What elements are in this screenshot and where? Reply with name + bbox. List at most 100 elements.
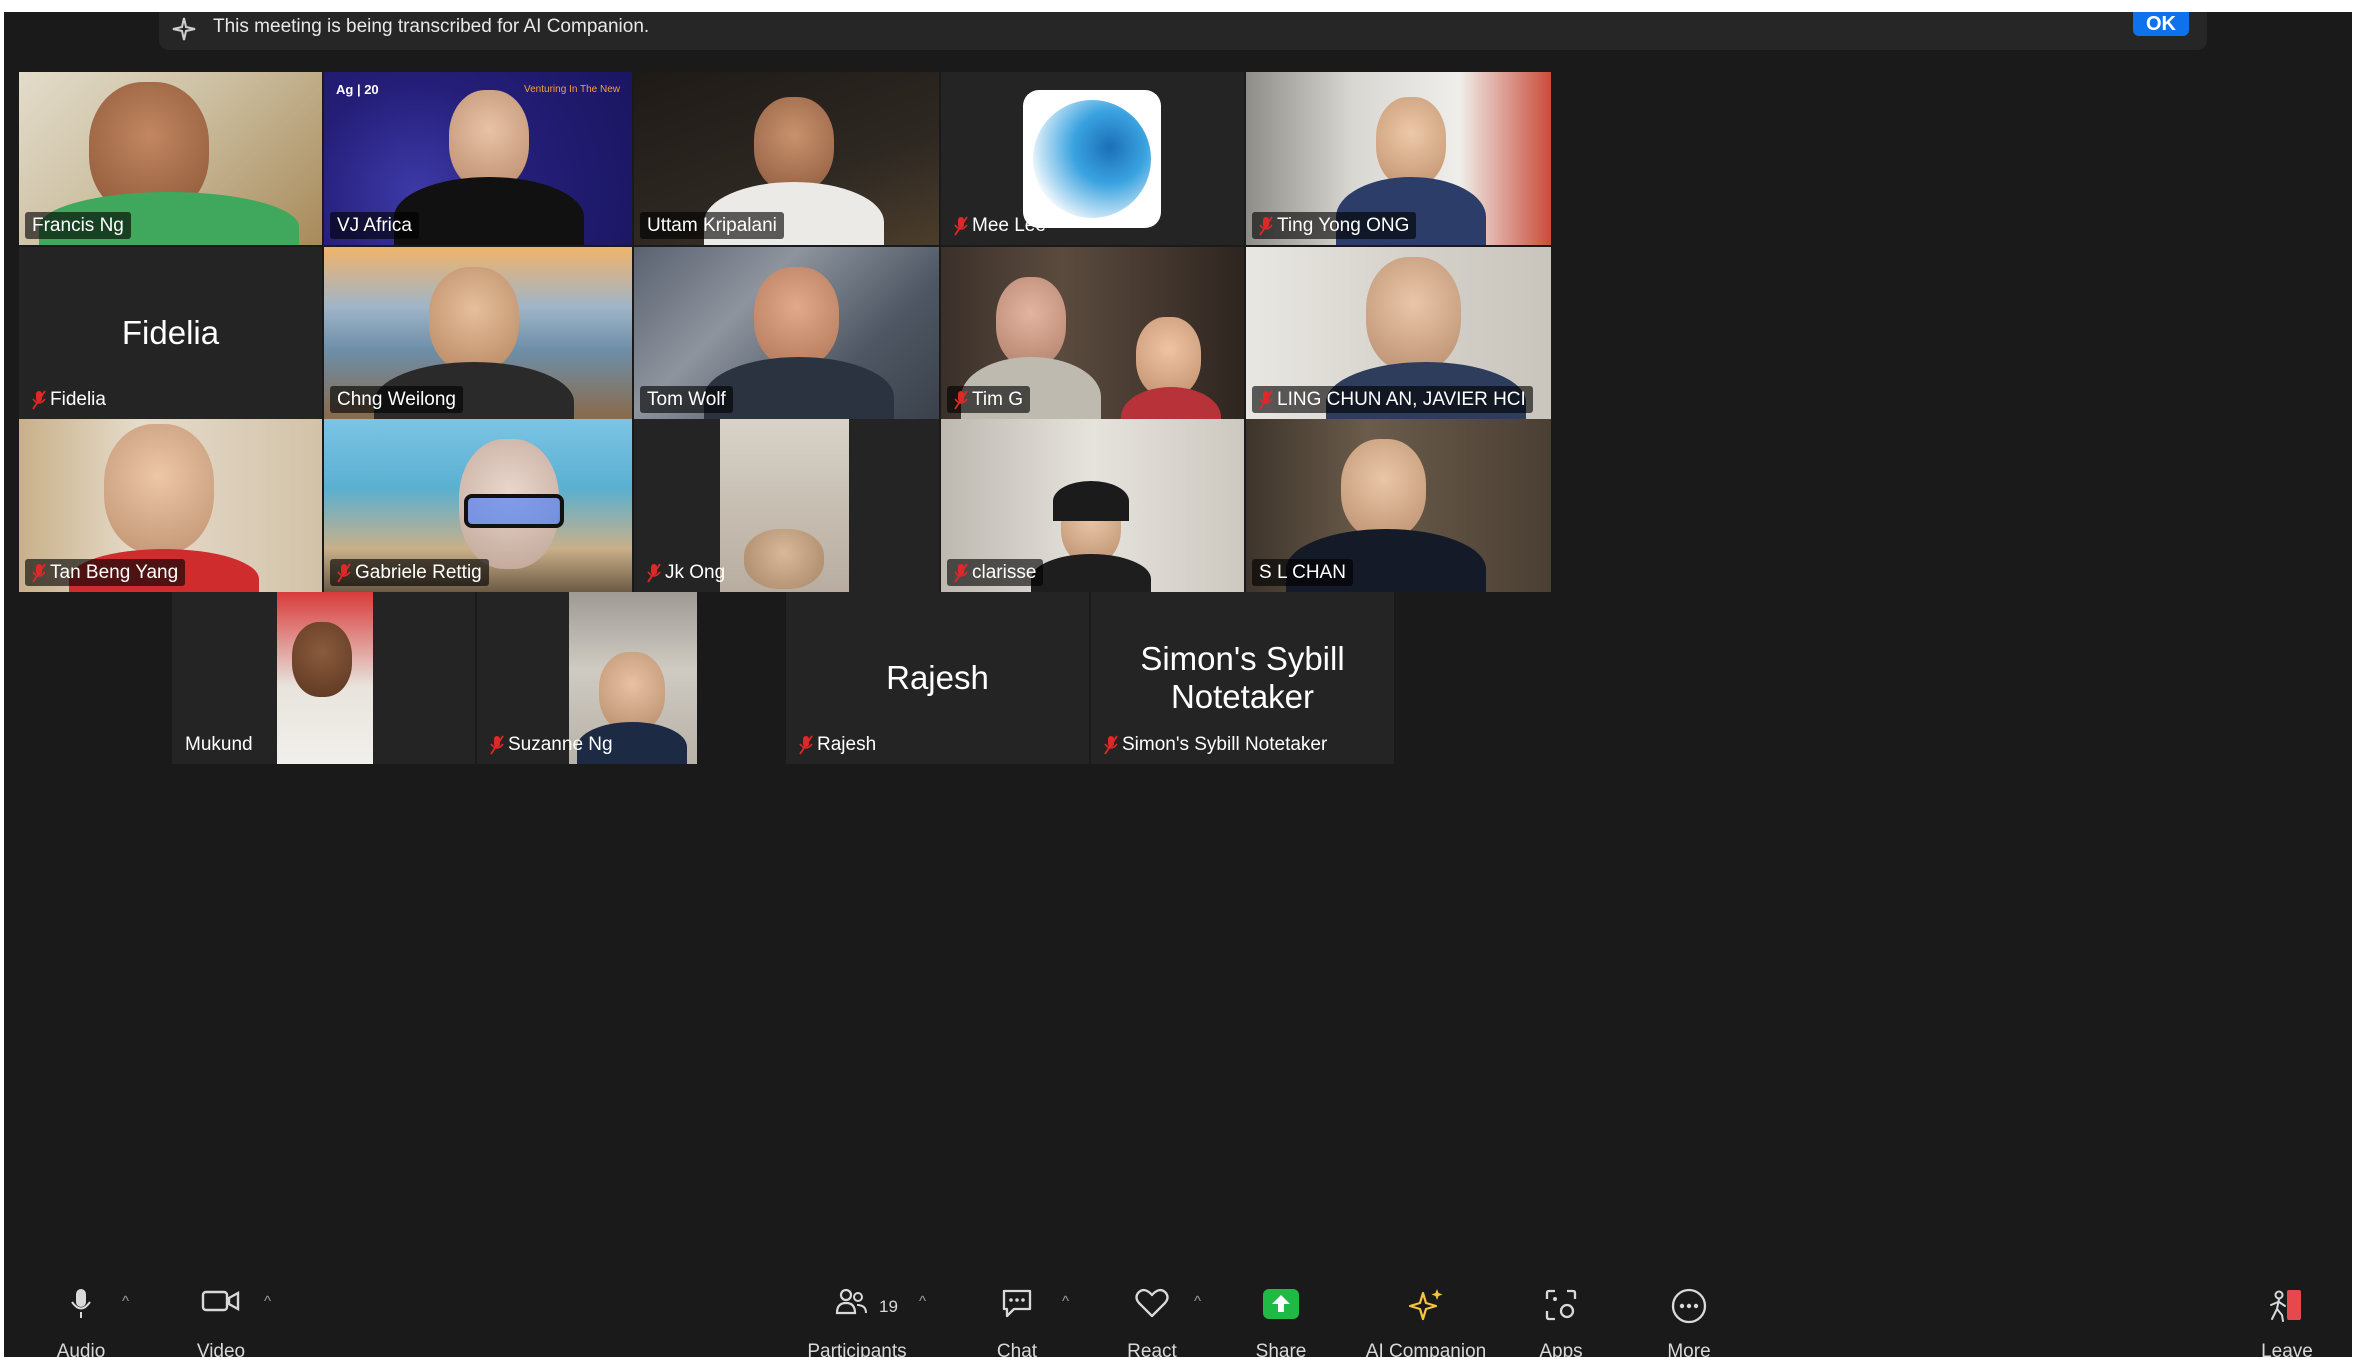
participant-display-name: Simon's Sybill Notetaker: [1140, 640, 1345, 715]
ai-companion-label: AI Companion: [1365, 1341, 1487, 1357]
apps-button[interactable]: Apps: [1506, 1259, 1616, 1357]
chat-bubble-icon: [1002, 1289, 1032, 1318]
participants-button[interactable]: 19 Participants: [797, 1259, 917, 1357]
video-tile-fidelia[interactable]: Fidelia Fidelia: [19, 247, 322, 419]
more-button[interactable]: More: [1634, 1259, 1744, 1357]
participant-name-label: Gabriele Rettig: [330, 559, 489, 586]
ai-companion-button[interactable]: AI Companion: [1351, 1259, 1501, 1357]
share-button[interactable]: Share: [1226, 1259, 1336, 1357]
participant-name-label: VJ Africa: [330, 212, 419, 239]
participant-name-label: Uttam Kripalani: [640, 212, 784, 239]
background-logo: Ag | 20: [336, 82, 379, 97]
share-label: Share: [1255, 1341, 1307, 1357]
video-tile-mee-lee[interactable]: Mee Lee: [941, 72, 1244, 245]
participant-name-label: Jk Ong: [640, 559, 732, 586]
video-tile-francis-ng[interactable]: Francis Ng: [19, 72, 322, 245]
leave-button[interactable]: Leave: [2232, 1259, 2342, 1357]
participant-avatar: [1366, 257, 1461, 372]
chat-button[interactable]: Chat: [962, 1259, 1072, 1357]
video-tile-simons-sybill-notetaker[interactable]: Simon's Sybill Notetaker Simon's Sybill …: [1091, 592, 1394, 764]
react-options-caret[interactable]: ^: [1194, 1293, 1201, 1310]
participant-avatar: [599, 652, 665, 732]
muted-mic-icon: [647, 563, 661, 582]
participants-options-caret[interactable]: ^: [919, 1293, 926, 1310]
video-tile-suzanne-ng[interactable]: Suzanne Ng: [477, 592, 697, 764]
muted-mic-icon: [1104, 735, 1118, 754]
muted-mic-icon: [1259, 216, 1273, 235]
ok-button[interactable]: OK: [2133, 12, 2189, 36]
video-tile-gabriele-rettig[interactable]: Gabriele Rettig: [324, 419, 632, 592]
heart-icon: [1135, 1288, 1169, 1318]
participant-hair: [1053, 481, 1129, 521]
participant-glasses: [464, 494, 564, 528]
participant-avatar: [1136, 317, 1201, 397]
muted-mic-icon: [954, 390, 968, 409]
muted-mic-icon: [490, 735, 504, 754]
participant-avatar: [104, 424, 214, 554]
more-label: More: [1667, 1341, 1711, 1357]
participant-name-label: Simon's Sybill Notetaker: [1097, 731, 1334, 758]
video-tile-tom-wolf[interactable]: Tom Wolf: [634, 247, 939, 419]
participant-name-label: Rajesh: [792, 731, 883, 758]
participant-avatar: [292, 622, 352, 697]
video-tile-clarisse[interactable]: clarisse: [941, 419, 1244, 592]
muted-mic-icon: [1259, 390, 1273, 409]
participant-avatar: [754, 97, 834, 192]
participant-name-label: Francis Ng: [25, 212, 131, 239]
muted-mic-icon: [954, 216, 968, 235]
chat-options-caret[interactable]: ^: [1062, 1293, 1069, 1310]
participant-name-label: Chng Weilong: [330, 386, 464, 413]
audio-options-caret[interactable]: ^: [122, 1293, 129, 1310]
microphone-icon: [71, 1289, 91, 1318]
video-tile-ting-yong-ong[interactable]: Ting Yong ONG: [1246, 72, 1551, 245]
banner-text: This meeting is being transcribed for AI…: [213, 16, 650, 37]
share-screen-icon: [1263, 1289, 1299, 1319]
muted-mic-icon: [32, 563, 46, 582]
participant-avatar: [449, 90, 529, 190]
avatar-globe-image: [1023, 90, 1161, 228]
video-tile-sl-chan[interactable]: S L CHAN: [1246, 419, 1551, 592]
video-button[interactable]: Video: [166, 1259, 276, 1357]
participant-name-label: Fidelia: [25, 386, 113, 413]
video-tile-chng-weilong[interactable]: Chng Weilong: [324, 247, 632, 419]
participant-name-label: Ting Yong ONG: [1252, 212, 1417, 239]
more-options-icon: [1671, 1288, 1707, 1324]
muted-mic-icon: [337, 563, 351, 582]
video-tile-tim-g[interactable]: Tim G: [941, 247, 1244, 419]
audio-button[interactable]: Audio: [26, 1259, 136, 1357]
participant-name-label: Mukund: [185, 734, 253, 755]
video-tile-tan-beng-yang[interactable]: Tan Beng Yang: [19, 419, 322, 592]
participant-name-label: clarisse: [947, 559, 1044, 586]
video-tile-rajesh[interactable]: Rajesh Rajesh: [786, 592, 1089, 764]
participants-count: 19: [879, 1297, 898, 1316]
video-tile-jk-ong[interactable]: Jk Ong: [634, 419, 939, 592]
participant-avatar: [1376, 97, 1446, 187]
video-tile-mukund[interactable]: Mukund: [172, 592, 475, 764]
ai-sparkle-icon: [1408, 1289, 1443, 1321]
react-button[interactable]: React: [1097, 1259, 1207, 1357]
participant-name-label: Tom Wolf: [640, 386, 733, 413]
video-camera-icon: [201, 1290, 240, 1312]
apps-grid-icon: [1545, 1289, 1577, 1321]
participant-name-label: Mee Lee: [947, 212, 1053, 239]
video-label: Video: [196, 1341, 246, 1357]
participant-name-label: LING CHUN AN, JAVIER HCI: [1252, 386, 1533, 413]
participant-name-label: Tim G: [947, 386, 1031, 413]
video-tile-ling-chun-an[interactable]: LING CHUN AN, JAVIER HCI: [1246, 247, 1551, 419]
participant-avatar: [754, 267, 839, 367]
participant-avatar: [429, 267, 519, 372]
apps-label: Apps: [1539, 1341, 1583, 1357]
participant-display-name: Fidelia: [121, 314, 220, 351]
participant-avatar: [1341, 439, 1426, 539]
ai-sparkle-icon: [172, 17, 196, 41]
participants-label: Participants: [807, 1341, 907, 1357]
transcription-banner: This meeting is being transcribed for AI…: [159, 12, 2207, 50]
audio-label: Audio: [56, 1341, 106, 1357]
video-tile-vj-africa[interactable]: Ag | 20 Venturing In The New VJ Africa: [324, 72, 632, 245]
video-tile-uttam-kripalani[interactable]: Uttam Kripalani: [634, 72, 939, 245]
meeting-toolbar: Audio ^ Video ^ 19 Participants ^ Chat ^…: [4, 1259, 2352, 1357]
muted-mic-icon: [32, 390, 46, 409]
react-label: React: [1127, 1341, 1177, 1357]
video-options-caret[interactable]: ^: [264, 1293, 271, 1310]
leave-label: Leave: [2261, 1341, 2313, 1357]
